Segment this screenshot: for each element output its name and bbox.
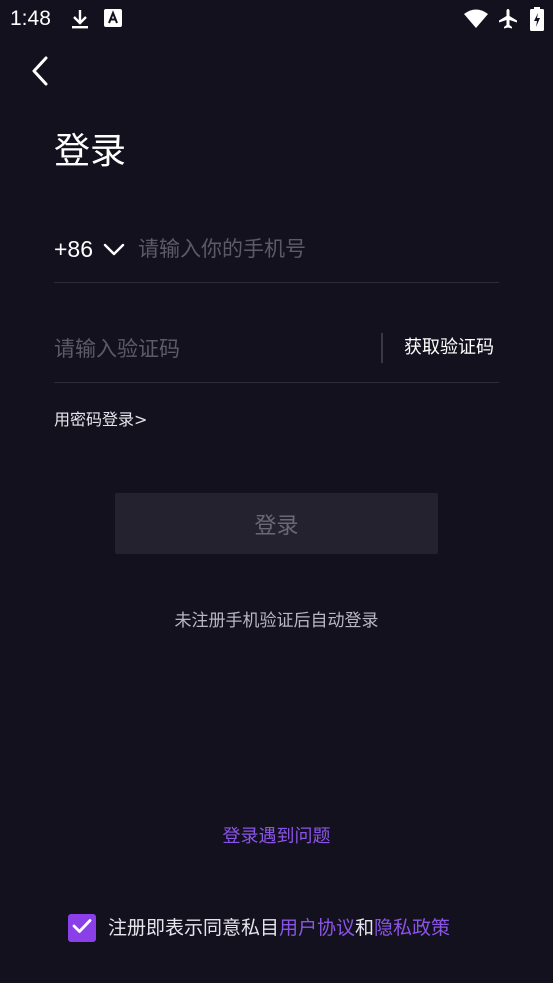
back-button[interactable] [26, 54, 56, 88]
login-trouble-link[interactable]: 登录遇到问题 [0, 823, 553, 851]
code-divider [381, 333, 383, 363]
agreement-row: 注册即表示同意私目用户协议和隐私政策 [68, 912, 450, 944]
agreement-prefix: 注册即表示同意私目 [108, 917, 280, 939]
country-code-selector[interactable]: +86 [54, 234, 125, 264]
page-title: 登录 [54, 131, 127, 172]
airplane-mode-icon [497, 8, 519, 30]
user-agreement-link[interactable]: 用户协议 [279, 917, 355, 939]
phone-number-input[interactable] [138, 234, 488, 264]
wifi-icon [463, 8, 489, 30]
a-badge-icon [103, 8, 125, 30]
verification-code-input[interactable] [54, 334, 364, 364]
back-arrow-icon [26, 56, 56, 92]
agreement-conjunction: 和 [355, 917, 375, 939]
privacy-policy-link[interactable]: 隐私政策 [374, 917, 450, 939]
get-code-button[interactable]: 获取验证码 [404, 334, 494, 362]
status-time: 1:48 [10, 7, 51, 30]
phone-field-row: +86 [54, 222, 499, 283]
agreement-checkbox[interactable] [68, 914, 96, 942]
download-icon [69, 8, 91, 30]
country-code-value: +86 [54, 235, 94, 262]
agreement-text: 注册即表示同意私目用户协议和隐私政策 [108, 913, 450, 943]
verification-code-row: 获取验证码 [54, 320, 499, 383]
login-button[interactable]: 登录 [115, 493, 438, 554]
chevron-down-icon [103, 242, 125, 256]
password-login-link[interactable]: 用密码登录> [54, 408, 147, 432]
battery-charging-icon [530, 7, 544, 31]
checkmark-icon [72, 918, 92, 938]
auto-login-note: 未注册手机验证后自动登录 [174, 611, 379, 631]
status-bar: 1:48 [0, 0, 553, 38]
